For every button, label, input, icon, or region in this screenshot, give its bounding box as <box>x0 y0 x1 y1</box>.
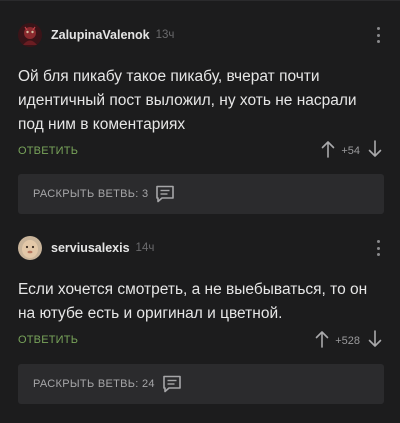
vote-controls: +54 <box>321 139 382 163</box>
comments-icon <box>162 375 182 393</box>
expand-branch-button[interactable]: РАСКРЫТЬ ВЕТВЬ: 3 <box>18 174 384 214</box>
top-divider <box>0 0 400 1</box>
expand-branch-button[interactable]: РАСКРЫТЬ ВЕТВЬ: 24 <box>18 364 384 404</box>
arrow-up-icon[interactable] <box>315 330 329 353</box>
comment-header: ZalupinaValenok 13ч <box>18 23 174 47</box>
username[interactable]: ZalupinaValenok <box>51 28 150 42</box>
rating: +528 <box>335 335 360 347</box>
arrow-up-icon[interactable] <box>321 140 335 163</box>
comments-icon <box>155 185 175 203</box>
reply-button[interactable]: ОТВЕТИТЬ <box>18 145 78 157</box>
more-vert-icon[interactable] <box>374 240 382 256</box>
arrow-down-icon[interactable] <box>368 139 382 163</box>
arrow-down-icon[interactable] <box>368 329 382 353</box>
username[interactable]: serviusalexis <box>51 241 130 255</box>
avatar[interactable] <box>18 23 42 47</box>
comment-time: 14ч <box>135 242 155 254</box>
rating: +54 <box>341 145 360 157</box>
comment-header: serviusalexis 14ч <box>18 236 154 260</box>
reply-button[interactable]: ОТВЕТИТЬ <box>18 334 78 346</box>
comment-text: Ой бля пикабу такое пикабу, вчерат почти… <box>18 68 357 133</box>
more-vert-icon[interactable] <box>374 27 382 43</box>
comment-text: Если хочется смотреть, а не выебываться,… <box>18 281 368 322</box>
expand-branch-label: РАСКРЫТЬ ВЕТВЬ: 3 <box>33 188 149 200</box>
vote-controls: +528 <box>315 329 382 353</box>
comment-time: 13ч <box>155 29 175 41</box>
avatar[interactable] <box>18 236 42 260</box>
expand-branch-label: РАСКРЫТЬ ВЕТВЬ: 24 <box>33 378 155 390</box>
